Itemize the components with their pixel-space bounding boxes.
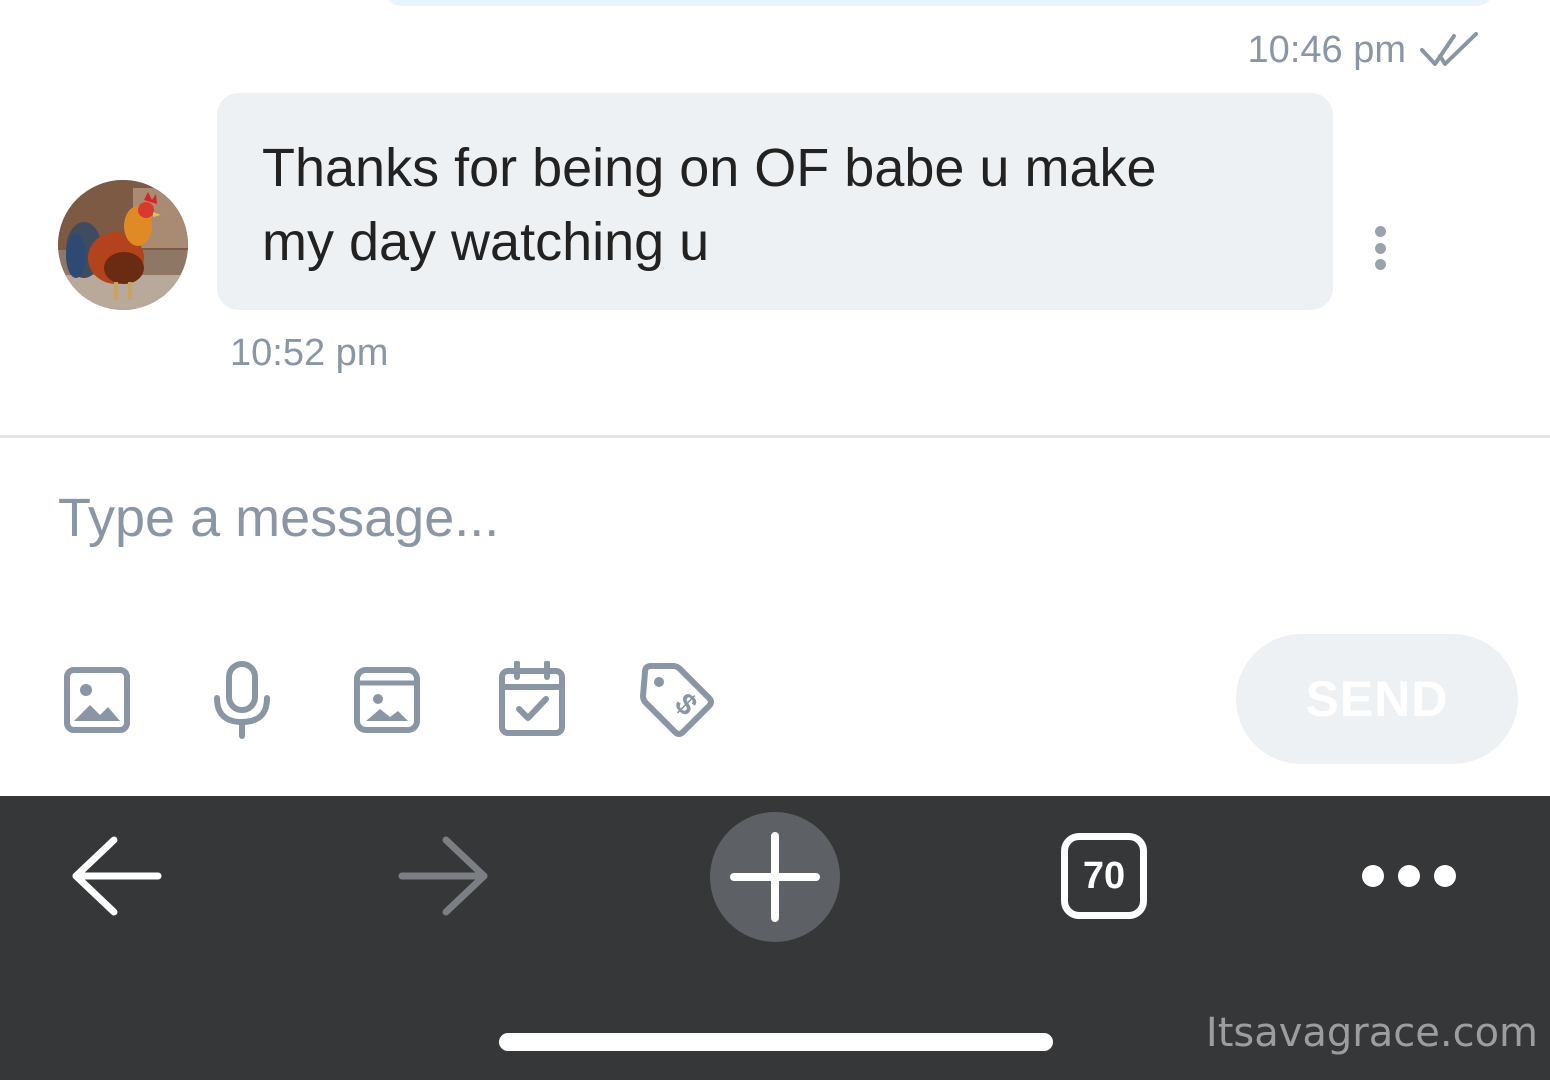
image-icon[interactable] [57, 660, 137, 740]
forward-arrow-icon[interactable] [398, 834, 490, 918]
microphone-icon[interactable] [202, 660, 282, 740]
more-options-icon[interactable] [1360, 862, 1458, 890]
tabs-button[interactable]: 70 [1061, 833, 1147, 919]
received-message-bubble[interactable]: Thanks for being on OF babe u make my da… [217, 93, 1333, 310]
rooster-avatar-image [58, 180, 188, 310]
received-message-time: 10:52 pm [230, 332, 389, 374]
previous-message-bubble [385, 0, 1493, 6]
sent-message-time: 10:46 pm [1247, 28, 1406, 71]
price-tag-icon[interactable]: $ [637, 660, 717, 740]
avatar[interactable] [58, 180, 188, 310]
calendar-check-icon[interactable] [492, 660, 572, 740]
double-check-icon [1418, 30, 1482, 70]
message-input[interactable] [58, 478, 1158, 558]
tabs-count: 70 [1082, 854, 1126, 897]
sent-message-meta: 10:46 pm [1248, 28, 1482, 72]
new-tab-button[interactable] [710, 812, 840, 942]
plus-icon [730, 832, 820, 922]
send-button[interactable]: SEND [1236, 634, 1518, 764]
message-options-icon[interactable] [1366, 226, 1394, 270]
watermark: Itsavagrace.com [1205, 1010, 1538, 1056]
received-message-text: Thanks for being on OF babe u make my da… [262, 138, 1157, 272]
message-composer: $ SEND [0, 438, 1550, 796]
chat-area: 10:46 pm Thanks for being on OF babe u m… [0, 0, 1550, 436]
media-vault-icon[interactable] [347, 660, 427, 740]
home-indicator[interactable] [499, 1033, 1053, 1051]
back-arrow-icon[interactable] [70, 834, 162, 918]
browser-toolbar: 70 Itsavagrace.com [0, 796, 1550, 1080]
